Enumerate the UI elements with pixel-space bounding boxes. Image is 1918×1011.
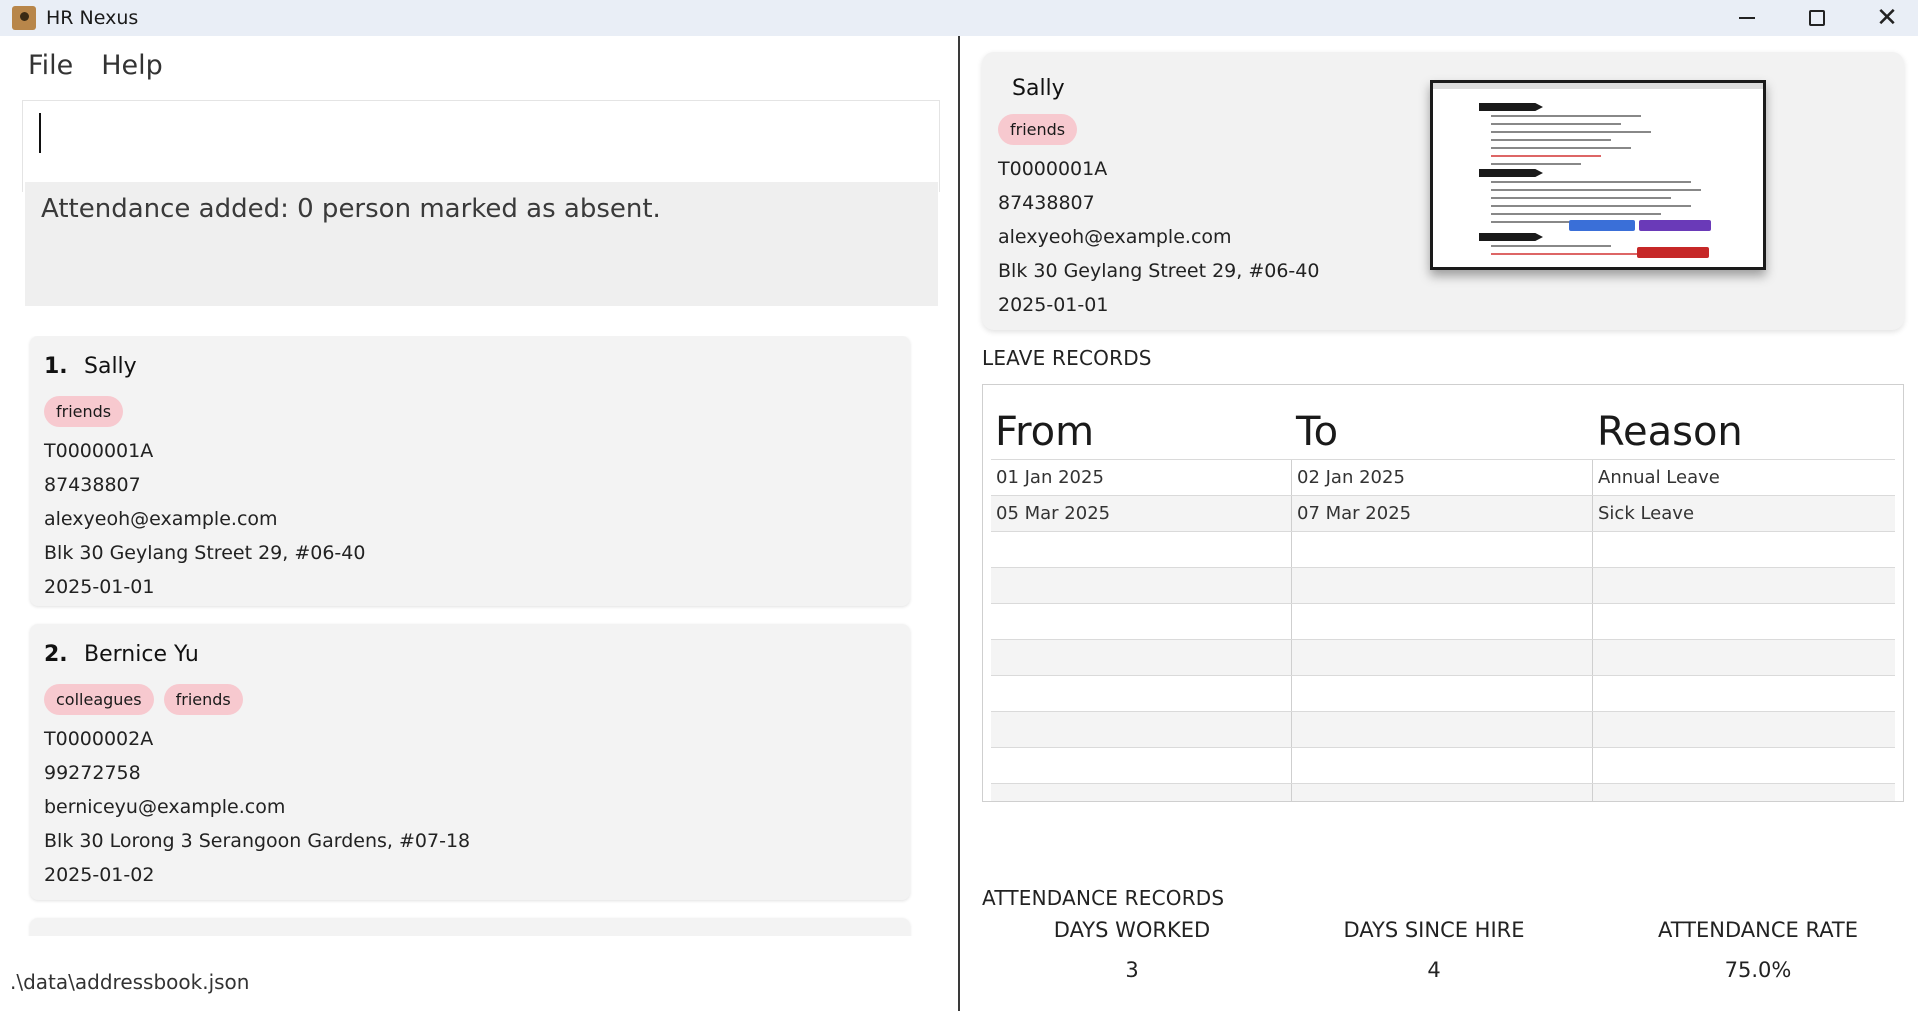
- leave-from: 05 Mar 2025: [991, 496, 1292, 531]
- person-detail-card: Sally friends T0000001A 87438807 alexyeo…: [982, 52, 1904, 330]
- days-since-hire-label: DAYS SINCE HIRE: [1343, 918, 1525, 942]
- days-since-hire-stat: DAYS SINCE HIRE 4: [1284, 918, 1584, 982]
- column-header-to[interactable]: To: [1292, 409, 1593, 459]
- left-pane: File Help Attendance added: 0 person mar…: [0, 36, 958, 1011]
- person-index: 2.: [44, 642, 68, 667]
- minimize-button[interactable]: [1712, 0, 1782, 36]
- person-card[interactable]: 2. Bernice Yu colleagues friends T000000…: [30, 624, 910, 900]
- person-name: Bernice Yu: [84, 642, 199, 667]
- days-worked-stat: DAYS WORKED 3: [982, 918, 1282, 982]
- empty-row: [991, 783, 1895, 801]
- empty-row: [991, 603, 1895, 639]
- empty-row: [991, 675, 1895, 711]
- person-card[interactable]: 1. Sally friends T0000001A 87438807 alex…: [30, 336, 910, 606]
- person-name: Sally: [84, 354, 137, 379]
- person-email: berniceyu@example.com: [44, 796, 286, 818]
- close-icon: ✕: [1876, 3, 1898, 33]
- column-header-from[interactable]: From: [991, 409, 1292, 459]
- empty-row: [991, 531, 1895, 567]
- person-id: T0000001A: [44, 440, 154, 462]
- tag-friends: friends: [44, 396, 124, 427]
- person-hire-date: 2025-01-01: [44, 576, 155, 598]
- attendance-records-title: ATTENDANCE RECORDS: [982, 886, 1225, 910]
- table-row[interactable]: 01 Jan 2025 02 Jan 2025 Annual Leave: [991, 459, 1895, 495]
- attendance-rate-label: ATTENDANCE RATE: [1657, 918, 1859, 942]
- leave-table[interactable]: From To Reason 01 Jan 2025 02 Jan 2025 A…: [982, 384, 1904, 802]
- attendance-stats: DAYS WORKED 3 DAYS SINCE HIRE 4 ATTENDAN…: [982, 918, 1904, 998]
- title-bar: HR Nexus ✕: [0, 0, 1918, 36]
- attendance-rate-value: 75.0%: [1724, 958, 1792, 982]
- person-card[interactable]: [30, 918, 910, 936]
- empty-row: [991, 567, 1895, 603]
- maximize-icon: [1809, 10, 1825, 26]
- menu-help[interactable]: Help: [101, 50, 163, 81]
- person-list[interactable]: 1. Sally friends T0000001A 87438807 alex…: [22, 336, 934, 936]
- leave-from: 01 Jan 2025: [991, 460, 1292, 495]
- leave-records-title: LEAVE RECORDS: [982, 346, 1152, 370]
- days-worked-value: 3: [1125, 958, 1139, 982]
- person-icon: [12, 6, 36, 30]
- person-address: Blk 30 Lorong 3 Serangoon Gardens, #07-1…: [44, 830, 471, 852]
- column-header-reason[interactable]: Reason: [1593, 409, 1894, 459]
- person-id: T0000002A: [44, 728, 154, 750]
- detail-tag: friends: [998, 114, 1078, 145]
- detail-phone: 87438807: [998, 192, 1095, 214]
- text-cursor: [39, 113, 41, 153]
- menu-bar: File Help: [0, 36, 958, 94]
- table-row[interactable]: 05 Mar 2025 07 Mar 2025 Sick Leave: [991, 495, 1895, 531]
- person-email: alexyeoh@example.com: [44, 508, 278, 530]
- days-worked-label: DAYS WORKED: [1053, 918, 1211, 942]
- person-phone: 87438807: [44, 474, 141, 496]
- leave-to: 02 Jan 2025: [1292, 460, 1593, 495]
- empty-row: [991, 639, 1895, 675]
- empty-row: [991, 711, 1895, 747]
- detail-email: alexyeoh@example.com: [998, 226, 1232, 248]
- profile-photo: [1430, 80, 1766, 270]
- detail-hire-date: 2025-01-01: [998, 294, 1109, 316]
- command-input[interactable]: [22, 100, 940, 192]
- leave-reason: Sick Leave: [1598, 503, 1695, 524]
- leave-reason: Annual Leave: [1598, 467, 1720, 488]
- person-index: 1.: [44, 354, 68, 379]
- right-pane: Sally friends T0000001A 87438807 alexyeo…: [960, 36, 1918, 1011]
- maximize-button[interactable]: [1782, 0, 1852, 36]
- days-since-hire-value: 4: [1427, 958, 1441, 982]
- attendance-rate-stat: ATTENDANCE RATE 75.0%: [1608, 918, 1908, 982]
- person-hire-date: 2025-01-02: [44, 864, 155, 886]
- minimize-icon: [1739, 17, 1755, 19]
- status-bar-path: .\data\addressbook.json: [10, 970, 250, 994]
- detail-name: Sally: [1012, 76, 1065, 101]
- person-phone: 99272758: [44, 762, 141, 784]
- window-title: HR Nexus: [46, 7, 139, 29]
- result-display: Attendance added: 0 person marked as abs…: [25, 182, 938, 306]
- result-message: Attendance added: 0 person marked as abs…: [41, 194, 661, 224]
- person-address: Blk 30 Geylang Street 29, #06-40: [44, 542, 366, 564]
- tag-friends: friends: [163, 684, 243, 715]
- tag-colleagues: colleagues: [44, 684, 154, 715]
- leave-to: 07 Mar 2025: [1292, 496, 1593, 531]
- menu-file[interactable]: File: [28, 50, 73, 81]
- empty-row: [991, 747, 1895, 783]
- leave-table-header: From To Reason: [991, 393, 1895, 459]
- close-button[interactable]: ✕: [1852, 0, 1918, 36]
- detail-address: Blk 30 Geylang Street 29, #06-40: [998, 260, 1320, 282]
- detail-id: T0000001A: [998, 158, 1108, 180]
